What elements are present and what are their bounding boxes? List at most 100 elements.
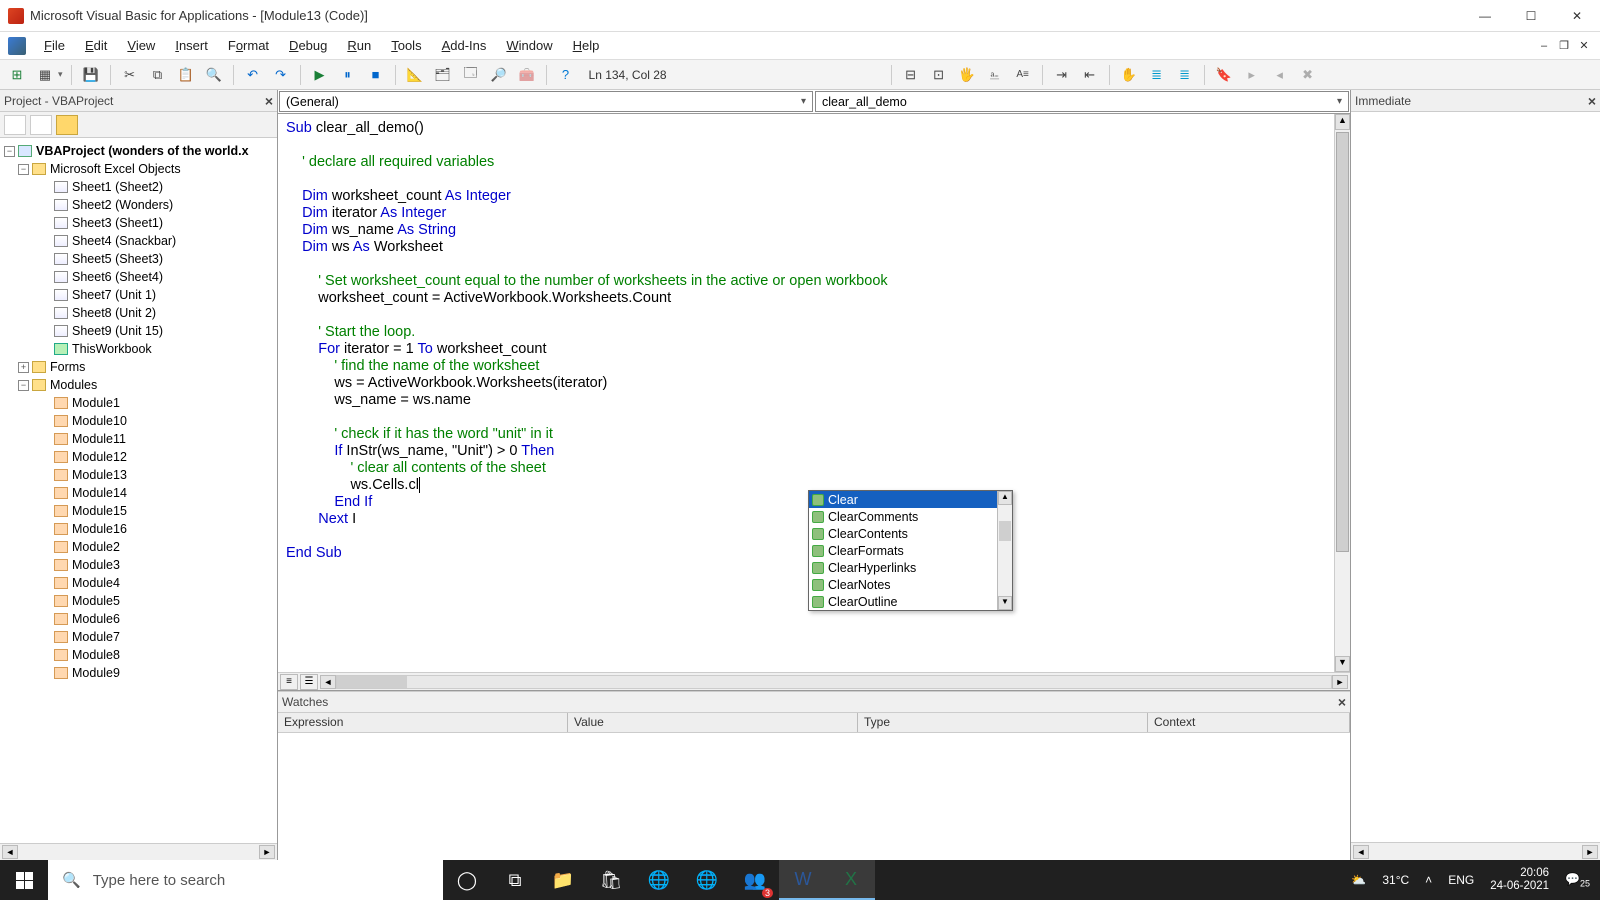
intellisense-item[interactable]: ClearFormats bbox=[809, 542, 1012, 559]
intellisense-popup[interactable]: ClearClearCommentsClearContentsClearForm… bbox=[808, 490, 1013, 611]
find-button[interactable]: 🔍 bbox=[203, 64, 225, 86]
tree-sheet[interactable]: Sheet5 (Sheet3) bbox=[72, 252, 163, 266]
project-hscroll[interactable]: ◄ ► bbox=[0, 843, 277, 860]
clock[interactable]: 20:06 24-06-2021 bbox=[1490, 867, 1549, 893]
intellisense-item[interactable]: Clear bbox=[809, 491, 1012, 508]
menu-window[interactable]: Window bbox=[498, 36, 560, 55]
tree-root[interactable]: VBAProject (wonders of the world.x bbox=[36, 144, 249, 158]
chrome-button[interactable]: 🌐 bbox=[635, 860, 683, 900]
object-dropdown[interactable]: (General)▾ bbox=[279, 91, 813, 112]
minimize-button[interactable]: — bbox=[1462, 1, 1508, 31]
weather-icon[interactable]: ⛅ bbox=[1351, 873, 1366, 887]
scroll-up-icon[interactable]: ▲ bbox=[1335, 114, 1350, 130]
tree-module[interactable]: Module6 bbox=[72, 612, 120, 626]
view-code-btn[interactable] bbox=[4, 115, 26, 135]
word-button[interactable]: W bbox=[779, 860, 827, 900]
project-tree[interactable]: −VBAProject (wonders of the world.x −Mic… bbox=[0, 138, 277, 843]
watch-col-value[interactable]: Value bbox=[568, 713, 858, 732]
excel-button[interactable]: X bbox=[827, 860, 875, 900]
immediate-hscroll[interactable]: ◄ ► bbox=[1351, 842, 1600, 860]
tree-sheet[interactable]: Sheet6 (Sheet4) bbox=[72, 270, 163, 284]
tree-sheet[interactable]: Sheet3 (Sheet1) bbox=[72, 216, 163, 230]
temperature[interactable]: 31°C bbox=[1382, 873, 1409, 887]
edit-tb-btn4[interactable]: ⎁ bbox=[984, 64, 1006, 86]
menu-view[interactable]: View bbox=[119, 36, 163, 55]
tree-thisworkbook[interactable]: ThisWorkbook bbox=[72, 342, 152, 356]
tree-modules[interactable]: Modules bbox=[50, 378, 97, 392]
project-explorer-close[interactable]: × bbox=[265, 93, 273, 109]
properties-button[interactable]: 🗔 bbox=[460, 64, 482, 86]
toolbox-button[interactable]: 🧰 bbox=[516, 64, 538, 86]
tree-module[interactable]: Module10 bbox=[72, 414, 127, 428]
scroll-left-icon[interactable]: ◄ bbox=[2, 845, 18, 859]
tree-module[interactable]: Module14 bbox=[72, 486, 127, 500]
tree-sheet[interactable]: Sheet9 (Unit 15) bbox=[72, 324, 163, 338]
tree-forms[interactable]: Forms bbox=[50, 360, 85, 374]
redo-button[interactable]: ↷ bbox=[270, 64, 292, 86]
view-object-btn[interactable] bbox=[30, 115, 52, 135]
watches-close[interactable]: × bbox=[1338, 694, 1346, 710]
scroll-right-icon[interactable]: ► bbox=[259, 845, 275, 859]
mdi-minimize[interactable]: – bbox=[1534, 37, 1554, 55]
save-button[interactable]: 💾 bbox=[80, 64, 102, 86]
clear-bookmarks[interactable]: ✖ bbox=[1297, 64, 1319, 86]
menu-help[interactable]: Help bbox=[565, 36, 608, 55]
tree-module[interactable]: Module2 bbox=[72, 540, 120, 554]
edge-button[interactable]: 🌐 bbox=[683, 860, 731, 900]
teams-button[interactable]: 👥 bbox=[731, 860, 779, 900]
design-mode-button[interactable]: 📐 bbox=[404, 64, 426, 86]
watch-col-type[interactable]: Type bbox=[858, 713, 1148, 732]
procedure-dropdown[interactable]: clear_all_demo▾ bbox=[815, 91, 1349, 112]
bookmark-button[interactable]: 🔖 bbox=[1213, 64, 1235, 86]
scroll-left-icon[interactable]: ◄ bbox=[1353, 845, 1369, 859]
mdi-restore[interactable]: ❐ bbox=[1554, 37, 1574, 55]
help-button[interactable]: ? bbox=[555, 64, 577, 86]
cut-button[interactable]: ✂ bbox=[119, 64, 141, 86]
undo-button[interactable]: ↶ bbox=[242, 64, 264, 86]
tree-module[interactable]: Module8 bbox=[72, 648, 120, 662]
expander-icon[interactable]: − bbox=[4, 146, 15, 157]
tree-module[interactable]: Module11 bbox=[72, 432, 126, 446]
intellisense-item[interactable]: ClearContents bbox=[809, 525, 1012, 542]
edit-tb-btn3[interactable]: 🖐 bbox=[956, 64, 978, 86]
scroll-right-icon[interactable]: ► bbox=[1332, 675, 1348, 689]
project-explorer-button[interactable]: 🗂 bbox=[432, 64, 454, 86]
object-browser-button[interactable]: 🔎 bbox=[488, 64, 510, 86]
scroll-thumb[interactable] bbox=[337, 676, 407, 688]
scroll-down-icon[interactable]: ▼ bbox=[1335, 656, 1350, 672]
comment-button[interactable]: ≣ bbox=[1146, 64, 1168, 86]
code-editor[interactable]: Sub clear_all_demo() ' declare all requi… bbox=[278, 114, 1350, 672]
tree-sheet[interactable]: Sheet1 (Sheet2) bbox=[72, 180, 163, 194]
expander-icon[interactable]: + bbox=[18, 362, 29, 373]
file-explorer-button[interactable]: 📁 bbox=[539, 860, 587, 900]
break-button[interactable]: ⏸ bbox=[337, 64, 359, 86]
tree-module[interactable]: Module3 bbox=[72, 558, 120, 572]
notifications-button[interactable]: 💬25 bbox=[1565, 872, 1590, 888]
view-excel-button[interactable]: ⊞ bbox=[6, 64, 28, 86]
tree-sheet[interactable]: Sheet2 (Wonders) bbox=[72, 198, 173, 212]
cortana-button[interactable]: ◯ bbox=[443, 860, 491, 900]
tree-module[interactable]: Module16 bbox=[72, 522, 127, 536]
close-button[interactable]: ✕ bbox=[1554, 1, 1600, 31]
tree-module[interactable]: Module7 bbox=[72, 630, 120, 644]
reset-button[interactable]: ■ bbox=[365, 64, 387, 86]
tree-module[interactable]: Module9 bbox=[72, 666, 120, 680]
copy-button[interactable]: ⧉ bbox=[147, 64, 169, 86]
tree-module[interactable]: Module13 bbox=[72, 468, 127, 482]
menu-addins[interactable]: Add-Ins bbox=[434, 36, 495, 55]
insert-button[interactable]: ▦ bbox=[34, 64, 56, 86]
scroll-thumb[interactable] bbox=[1336, 132, 1349, 552]
intellisense-item[interactable]: ClearNotes bbox=[809, 576, 1012, 593]
edit-tb-btn1[interactable]: ⊟ bbox=[900, 64, 922, 86]
menu-tools[interactable]: Tools bbox=[383, 36, 429, 55]
tree-module[interactable]: Module1 bbox=[72, 396, 120, 410]
expander-icon[interactable]: − bbox=[18, 164, 29, 175]
task-view-button[interactable]: ⧉ bbox=[491, 860, 539, 900]
toggle-folders-btn[interactable] bbox=[56, 115, 78, 135]
paste-button[interactable]: 📋 bbox=[175, 64, 197, 86]
prev-bookmark[interactable]: ◂ bbox=[1269, 64, 1291, 86]
full-view-btn[interactable]: ☰ bbox=[300, 674, 318, 690]
menu-edit[interactable]: Edit bbox=[77, 36, 115, 55]
intellisense-item[interactable]: ClearComments bbox=[809, 508, 1012, 525]
scroll-down-icon[interactable]: ▼ bbox=[998, 596, 1012, 610]
